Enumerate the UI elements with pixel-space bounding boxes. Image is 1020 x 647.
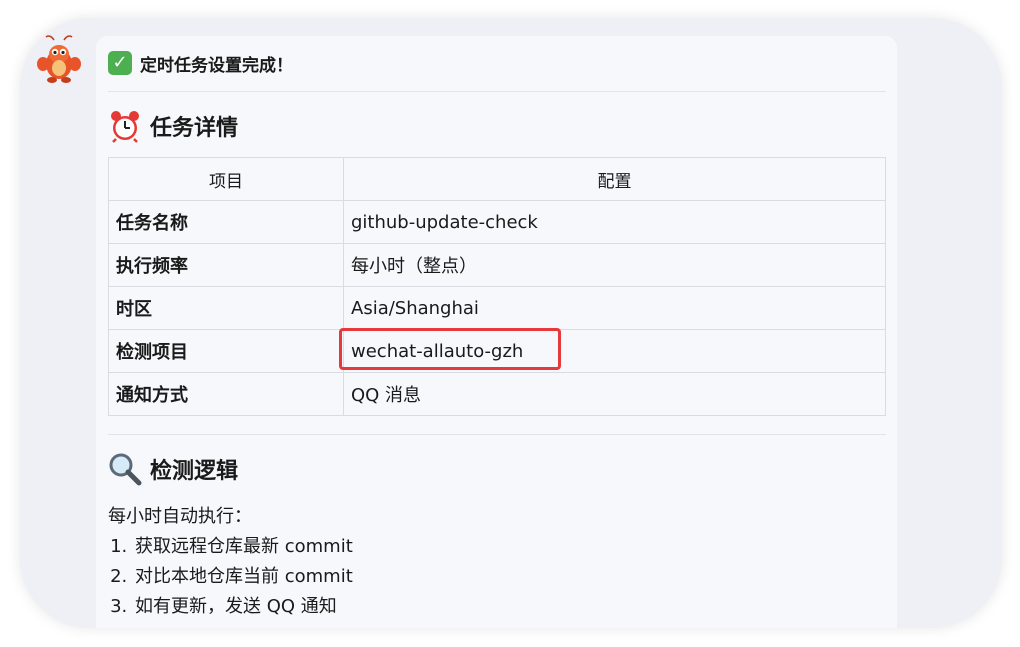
lobster-avatar-icon[interactable] [36,34,82,84]
row-key: 时区 [108,286,344,330]
header-text: 定时任务设置完成！ [140,55,293,76]
column-header-item: 项目 [108,157,344,201]
logic-intro: 每小时自动执行： [108,506,252,527]
row-value: Asia/Shanghai [343,286,886,330]
table-row: 任务名称 github-update-check [108,200,886,244]
logic-steps-list: 获取远程仓库最新 commit 对比本地仓库当前 commit 如有更新，发送 … [108,532,353,622]
logic-title-text: 检测逻辑 [150,459,239,484]
magnifier-icon [109,453,142,486]
row-value: 每小时（整点） [343,243,886,287]
check-mark-icon: ✓ [108,51,132,75]
divider [108,434,886,435]
row-value-highlighted: wechat-allauto-gzh [339,328,886,373]
details-title-text: 任务详情 [150,116,239,141]
divider [108,91,886,92]
row-value: QQ 消息 [343,372,886,416]
alarm-clock-icon [111,111,139,143]
list-item: 获取远程仓库最新 commit [133,532,353,562]
message-header: ✓ 定时任务设置完成！ [108,50,293,76]
table-header-row: 项目 配置 [108,157,886,201]
list-item: 对比本地仓库当前 commit [133,562,353,592]
table-row: 执行频率 每小时（整点） [108,243,886,287]
highlight-box [339,328,561,370]
task-details-table: 项目 配置 任务名称 github-update-check 执行频率 每小时（… [108,157,886,416]
row-key: 任务名称 [108,200,344,244]
row-key: 检测项目 [108,329,344,373]
logic-section-title: 检测逻辑 [108,452,238,486]
chat-window: ✓ 定时任务设置完成！ 任务详情 项目 配置 任务名称 github-updat… [20,18,1002,628]
row-value: github-update-check [343,200,886,244]
message-bubble: ✓ 定时任务设置完成！ 任务详情 项目 配置 任务名称 github-updat… [96,36,897,628]
row-key: 通知方式 [108,372,344,416]
table-row: 检测项目 wechat-allauto-gzh [108,328,886,373]
table-row: 通知方式 QQ 消息 [108,372,886,416]
logic-content: 每小时自动执行： 获取远程仓库最新 commit 对比本地仓库当前 commit… [108,502,353,622]
details-section-title: 任务详情 [108,109,238,143]
list-item: 如有更新，发送 QQ 通知 [133,592,353,622]
row-key: 执行频率 [108,243,344,287]
column-header-config: 配置 [343,157,886,201]
table-row: 时区 Asia/Shanghai [108,286,886,330]
